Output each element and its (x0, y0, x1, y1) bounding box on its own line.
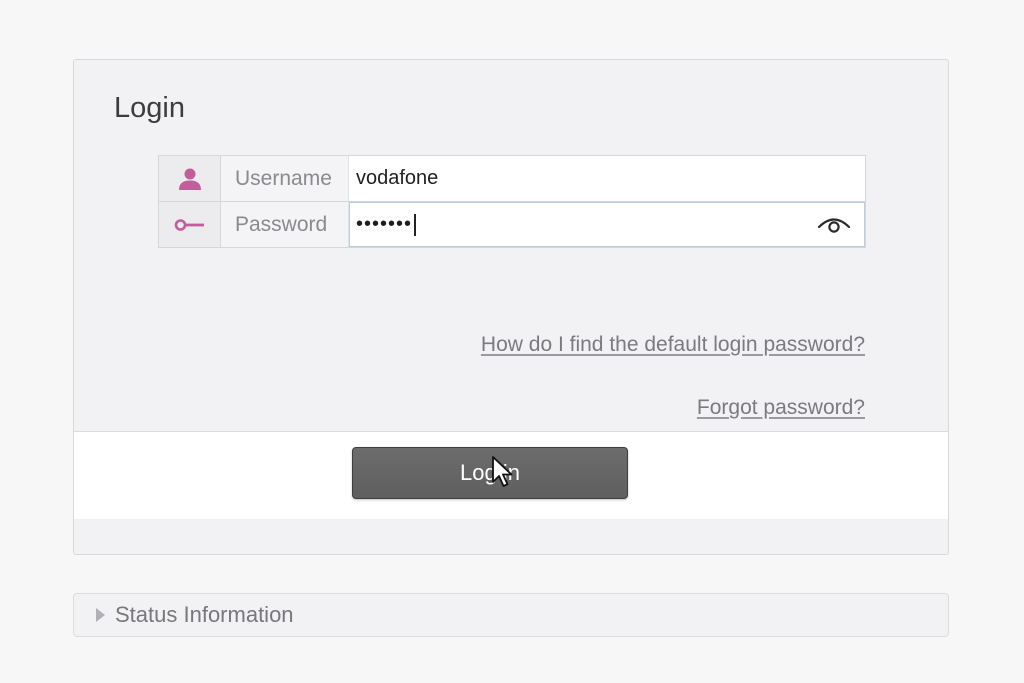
password-input[interactable]: ••••••• (349, 213, 416, 236)
username-field-wrapper (349, 156, 865, 201)
status-information-toggle[interactable]: Status Information (73, 593, 949, 637)
login-title: Login (114, 92, 185, 124)
password-row: Password ••••••• (159, 201, 865, 247)
eye-icon[interactable] (817, 213, 851, 237)
forgot-password-link[interactable]: Forgot password? (697, 396, 865, 420)
key-icon (159, 202, 221, 247)
login-panel: Login Username Password (73, 59, 949, 555)
password-masked-value: ••••••• (356, 213, 413, 235)
password-label: Password (221, 202, 349, 247)
default-password-help-link[interactable]: How do I find the default login password… (481, 333, 865, 357)
status-information-label: Status Information (115, 602, 294, 627)
username-label: Username (221, 156, 349, 201)
text-caret (414, 213, 416, 236)
login-form: Username Password ••••••• (158, 155, 866, 248)
user-icon (159, 156, 221, 201)
button-bar: Log in (74, 431, 948, 519)
username-input[interactable] (349, 156, 865, 201)
login-button[interactable]: Log in (352, 447, 628, 499)
username-row: Username (159, 156, 865, 201)
expand-arrow-icon (96, 608, 105, 622)
password-field[interactable]: ••••••• (349, 202, 865, 247)
